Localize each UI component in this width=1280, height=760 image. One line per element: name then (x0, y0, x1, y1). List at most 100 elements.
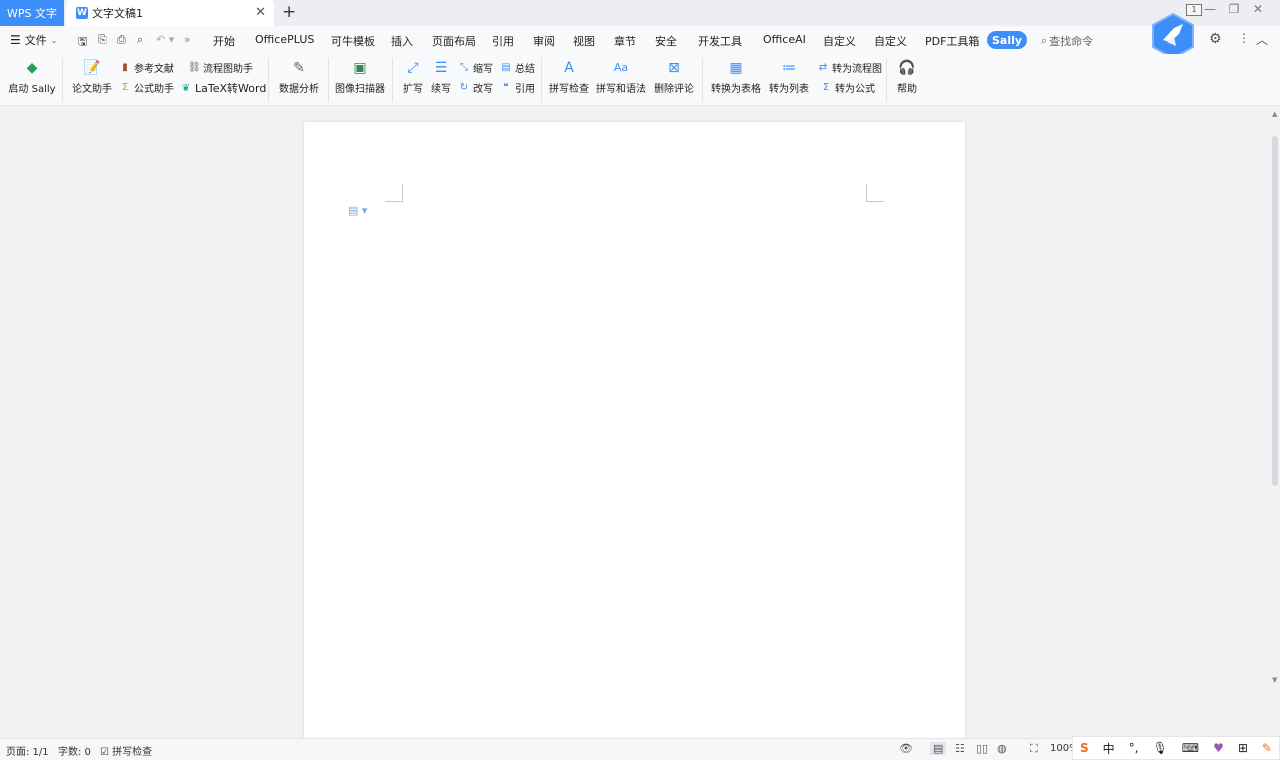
punctuation-icon[interactable]: °, (1129, 741, 1139, 755)
tab-officeplus[interactable]: OfficePLUS (255, 33, 314, 46)
convert-to-flowchart-label: 转为流程图 (832, 64, 882, 75)
print-icon[interactable]: ⎙ (117, 33, 126, 47)
spell-check-status[interactable]: ☑ 拼写检查 (100, 743, 152, 758)
convert-to-list-button[interactable]: ≔ 转为列表 (767, 60, 811, 95)
web-view-icon[interactable]: ◍ (997, 742, 1007, 755)
close-tab-icon[interactable]: ✕ (255, 5, 266, 20)
tab-security[interactable]: 安全 (655, 33, 677, 49)
outline-view-icon[interactable]: ☷ (955, 742, 965, 755)
convert-to-flowchart-button[interactable]: ⇄ 转为流程图 (817, 60, 882, 75)
tab-insert[interactable]: 插入 (391, 33, 413, 49)
export-pdf-icon[interactable]: ⎘ (98, 33, 107, 47)
document-icon: ▤ (501, 62, 511, 73)
flowchart-assistant-button[interactable]: ⛓ 流程图助手 (188, 60, 253, 75)
summarize-button[interactable]: ▤ 总结 (500, 60, 535, 75)
eye-protection-icon[interactable]: 👁 (899, 742, 913, 755)
document-page[interactable]: ▤ ▾ (304, 122, 965, 742)
image-scanner-button[interactable]: ▣ 图像扫描器 (333, 60, 387, 95)
file-menu-label: 文件 (24, 34, 47, 47)
vertical-scrollbar[interactable]: ▲ ▼ (1270, 106, 1280, 738)
flowchart-convert-icon: ⇄ (818, 62, 828, 73)
expand-writing-button[interactable]: ⤢ 扩写 (400, 60, 426, 95)
spell-grammar-button[interactable]: Aa 拼写和语法 (595, 60, 647, 95)
tab-custom-1[interactable]: 自定义 (823, 33, 856, 49)
cite-button[interactable]: ❝ 引用 (500, 80, 535, 95)
references-button[interactable]: ▮ 参考文献 (119, 60, 174, 75)
more-options-icon[interactable]: ⋮ (1238, 31, 1250, 45)
page-view-icon[interactable]: ▤ (930, 742, 947, 755)
microphone-icon[interactable]: 🎙 (1153, 741, 1168, 755)
delete-comment-icon: ⊠ (668, 60, 680, 76)
help-label: 帮助 (897, 84, 917, 95)
scroll-down-icon[interactable]: ▼ (1272, 676, 1277, 684)
shorten-label: 缩写 (473, 64, 493, 75)
title-bar: WPS 文字 W 文字文稿1 ✕ + 1 — ❐ ✕ (0, 0, 1280, 26)
rewrite-button[interactable]: ↻ 改写 (458, 80, 493, 95)
convert-to-table-button[interactable]: ▦ 转换为表格 (709, 60, 763, 95)
convert-to-formula-button[interactable]: Σ 转为公式 (820, 80, 875, 95)
document-tab[interactable]: W 文字文稿1 ✕ (66, 0, 274, 26)
tab-start[interactable]: 开始 (213, 33, 235, 49)
start-sally-label: 启动 Sally (8, 84, 56, 95)
sally-bird-logo[interactable] (1150, 12, 1196, 60)
tab-page-layout[interactable]: 页面布局 (432, 33, 476, 49)
collapse-ribbon-icon[interactable]: ︿ (1256, 31, 1268, 48)
ime-menu-icon[interactable]: ✎ (1262, 741, 1272, 755)
wps-app-tab[interactable]: WPS 文字 (0, 0, 64, 26)
document-canvas[interactable]: ▤ ▾ (0, 106, 1270, 742)
more-quick-actions-icon[interactable]: » (184, 33, 191, 46)
tab-officeai[interactable]: OfficeAI (763, 33, 806, 46)
fit-page-icon[interactable]: ⛶ (1030, 742, 1038, 756)
tab-keniu-templates[interactable]: 可牛模板 (331, 33, 375, 49)
search-command[interactable]: ⌕ 查找命令 (1041, 33, 1093, 49)
undo-icon[interactable]: ↶ ▾ (156, 33, 174, 46)
word-count[interactable]: 字数: 0 (58, 743, 91, 758)
sogou-logo-icon[interactable]: S (1080, 741, 1089, 755)
minimize-icon[interactable]: — (1198, 2, 1222, 16)
tab-chapter[interactable]: 章节 (614, 33, 636, 49)
books-icon: ▮ (122, 62, 128, 73)
latex-to-word-button[interactable]: ❦ LaTeX转Word (180, 80, 267, 96)
settings-gear-icon[interactable]: ⚙ (1209, 31, 1222, 47)
tab-references[interactable]: 引用 (492, 33, 514, 49)
page-count[interactable]: 页面: 1/1 (6, 743, 49, 758)
continue-lines-icon: ☰ (434, 60, 448, 76)
keyboard-icon[interactable]: ⌨ (1182, 741, 1199, 755)
help-button[interactable]: 🎧 帮助 (893, 60, 921, 95)
ime-language-toggle[interactable]: 中 (1103, 740, 1115, 757)
paper-assistant-button[interactable]: 📝 论文助手 (69, 60, 115, 95)
tab-sally[interactable]: Sally (987, 31, 1027, 49)
formula-assistant-button[interactable]: Σ 公式助手 (119, 80, 174, 95)
reading-view-icon[interactable]: ▯▯ (976, 742, 988, 755)
restore-icon[interactable]: ❐ (1222, 2, 1246, 16)
ribbon-divider (268, 58, 269, 102)
save-icon[interactable]: 🖫 (78, 33, 87, 52)
tab-custom-2[interactable]: 自定义 (874, 33, 907, 49)
scrollbar-thumb[interactable] (1272, 136, 1278, 486)
headset-icon: 🎧 (898, 60, 916, 76)
file-menu[interactable]: ☰ 文件 ⌄ (10, 32, 57, 48)
continue-writing-button[interactable]: ☰ 续写 (428, 60, 454, 95)
skin-icon[interactable]: ♥ (1213, 741, 1224, 755)
tab-review[interactable]: 审阅 (533, 33, 555, 49)
data-analysis-label: 数据分析 (279, 84, 319, 95)
ribbon-divider (62, 58, 63, 102)
delete-comments-label: 删除评论 (654, 84, 694, 95)
spell-check-button[interactable]: A 拼写检查 (547, 60, 591, 95)
continue-writing-label: 续写 (431, 84, 451, 95)
tab-pdf-toolbox[interactable]: PDF工具箱 (925, 33, 979, 49)
start-sally-button[interactable]: ◆ 启动 Sally (8, 60, 56, 95)
new-tab-icon[interactable]: + (282, 2, 296, 22)
paste-options-icon[interactable]: ▤ ▾ (348, 204, 367, 217)
shorten-button[interactable]: ⤡ 缩写 (458, 60, 493, 75)
tab-developer-tools[interactable]: 开发工具 (698, 33, 742, 49)
close-window-icon[interactable]: ✕ (1246, 2, 1270, 16)
toolbox-grid-icon[interactable]: ⊞ (1238, 741, 1248, 755)
rewrite-label: 改写 (473, 84, 493, 95)
scroll-up-icon[interactable]: ▲ (1272, 110, 1277, 118)
data-analysis-button[interactable]: ✎ 数据分析 (276, 60, 322, 95)
spell-grammar-label: 拼写和语法 (596, 84, 646, 95)
delete-comments-button[interactable]: ⊠ 删除评论 (652, 60, 696, 95)
tab-view[interactable]: 视图 (573, 33, 595, 49)
print-preview-icon[interactable]: ⌕ (137, 33, 143, 47)
